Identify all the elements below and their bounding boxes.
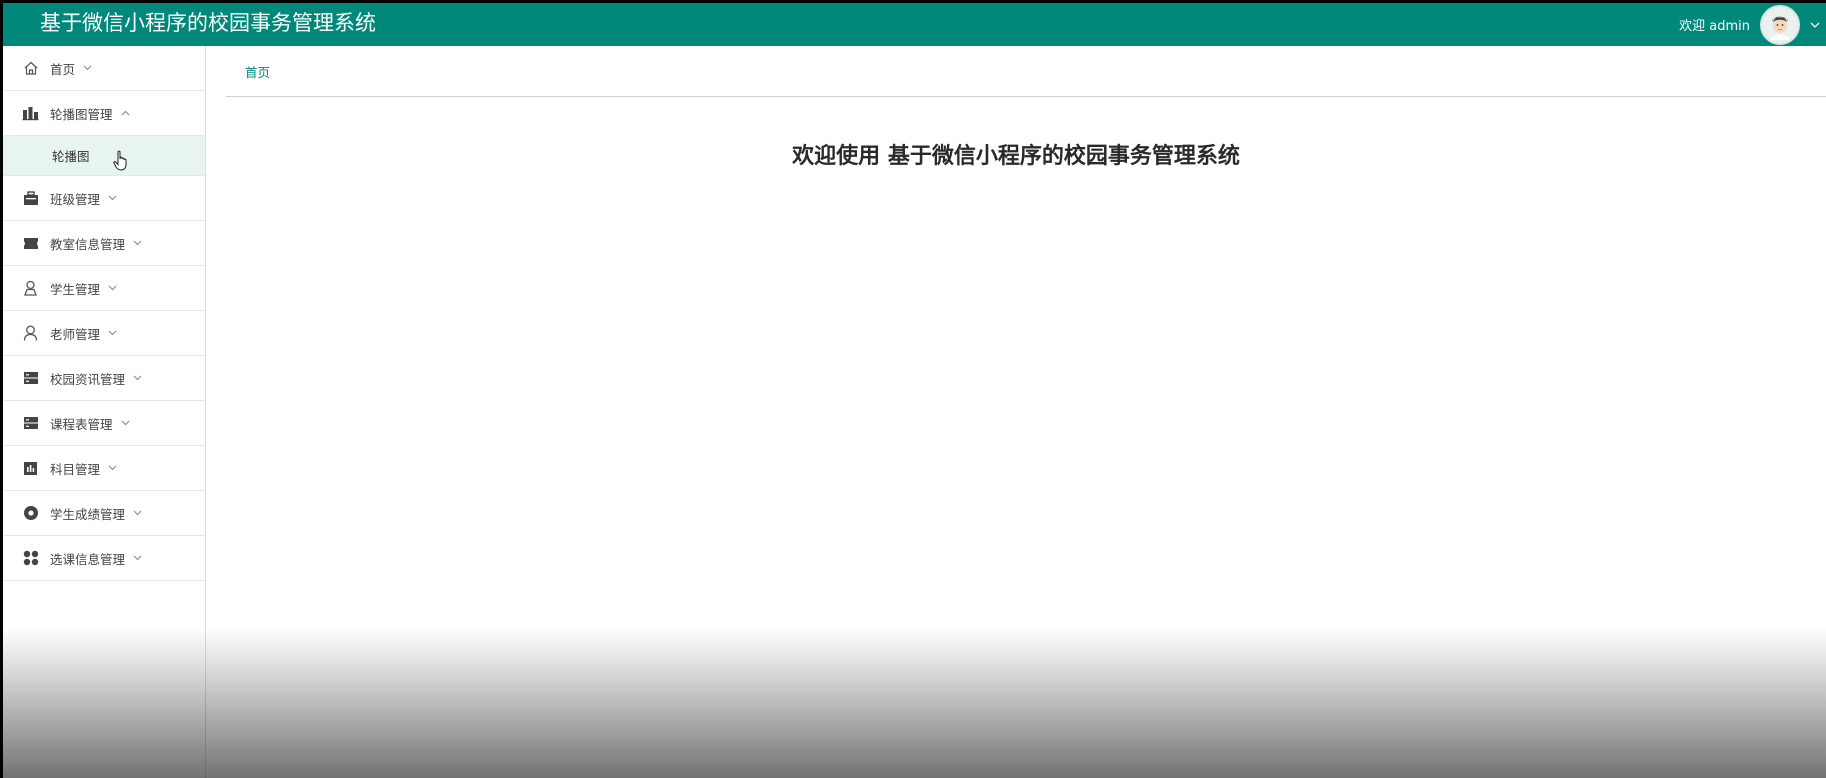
sidebar-item-student[interactable]: 学生管理 — [3, 266, 205, 311]
breadcrumb-home-link[interactable]: 首页 — [245, 62, 270, 81]
chevron-down-icon — [133, 510, 142, 516]
chevron-down-icon — [108, 330, 117, 336]
sidebar-item-timetable[interactable]: 课程表管理 — [3, 401, 205, 446]
carousel-icon — [22, 105, 39, 122]
page-title: 欢迎使用 基于微信小程序的校园事务管理系统 — [792, 144, 1240, 169]
ticket-icon — [22, 235, 39, 252]
sidebar-item-label: 课程表管理 — [50, 416, 113, 432]
chevron-down-icon — [133, 240, 142, 246]
sidebar-item-label: 老师管理 — [50, 326, 101, 342]
sidebar-item-teacher[interactable]: 老师管理 — [3, 311, 205, 356]
chevron-down-icon — [83, 65, 92, 71]
sidebar-item-carousel[interactable]: 轮播图管理 — [3, 91, 205, 136]
sidebar-item-label: 教室信息管理 — [50, 236, 126, 252]
chevron-down-icon — [133, 555, 142, 561]
breadcrumb: 首页 — [226, 46, 1826, 97]
sidebar-item-label: 科目管理 — [50, 461, 101, 477]
grid-icon — [22, 550, 39, 567]
app-title: 基于微信小程序的校园事务管理系统 — [40, 11, 376, 35]
avatar[interactable] — [1760, 4, 1800, 45]
sidebar-item-class[interactable]: 班级管理 — [3, 176, 205, 221]
sidebar-item-label: 班级管理 — [50, 191, 101, 207]
sidebar-item-label: 学生管理 — [50, 281, 101, 297]
sidebar-item-subject[interactable]: 科目管理 — [3, 446, 205, 491]
user-icon — [22, 325, 39, 342]
welcome-text: 欢迎 admin — [1679, 19, 1750, 34]
sidebar-item-classroom[interactable]: 教室信息管理 — [3, 221, 205, 266]
sidebar-item-label: 轮播图管理 — [50, 106, 113, 122]
sidebar-item-course-selection[interactable]: 选课信息管理 — [3, 536, 205, 581]
sidebar-item-scores[interactable]: 学生成绩管理 — [3, 491, 205, 536]
sidebar-item-label: 学生成绩管理 — [50, 506, 126, 522]
chevron-down-icon — [108, 285, 117, 291]
avatar-icon — [1765, 9, 1795, 40]
chart-box-icon — [22, 460, 39, 477]
sidebar: 首页 轮播图管理 轮播图 班级管理 教室信息管理 学生管理 老师管理 校园资讯管… — [3, 46, 206, 778]
sidebar-item-label: 选课信息管理 — [50, 551, 126, 567]
app-window: 基于微信小程序的校园事务管理系统 欢迎 admin 首页 轮播图管理 轮播图 班… — [3, 3, 1826, 778]
hand-cursor-icon — [113, 150, 129, 176]
record-icon — [22, 505, 39, 522]
main-content: 首页 欢迎使用 基于微信小程序的校园事务管理系统 — [206, 46, 1826, 778]
top-header: 基于微信小程序的校园事务管理系统 欢迎 admin — [3, 3, 1826, 46]
sidebar-subitem-label: 轮播图 — [52, 149, 90, 164]
chevron-down-icon — [121, 420, 130, 426]
home-icon — [22, 60, 39, 77]
sidebar-subitem-carousel[interactable]: 轮播图 — [3, 136, 205, 176]
chevron-up-icon — [121, 110, 130, 116]
user-menu[interactable]: 欢迎 admin — [1679, 3, 1826, 46]
briefcase-icon — [22, 190, 39, 207]
chevron-down-icon — [108, 195, 117, 201]
sidebar-item-news[interactable]: 校园资讯管理 — [3, 356, 205, 401]
chevron-down-icon — [133, 375, 142, 381]
student-icon — [22, 280, 39, 297]
server-icon — [22, 415, 39, 432]
sidebar-item-label: 首页 — [50, 61, 76, 77]
chevron-down-icon[interactable] — [1804, 22, 1826, 28]
sidebar-item-home[interactable]: 首页 — [3, 46, 205, 91]
chevron-down-icon — [108, 465, 117, 471]
server-icon — [22, 370, 39, 387]
sidebar-item-label: 校园资讯管理 — [50, 371, 126, 387]
